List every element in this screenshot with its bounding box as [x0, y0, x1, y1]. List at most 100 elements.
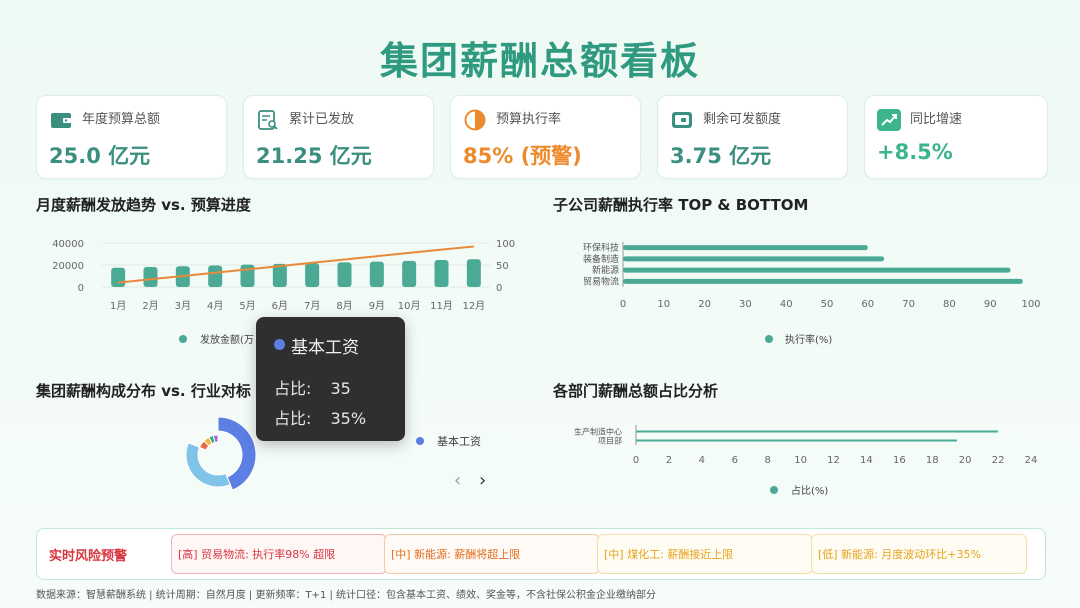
bar [623, 278, 1023, 284]
section-title-composition: 集团薪酬构成分布 vs. 行业对标 [36, 382, 251, 400]
x-tick-label: 6 [732, 455, 738, 466]
x-tick-label: 0 [620, 299, 626, 310]
x-tick-label: 12 [827, 455, 840, 466]
y-tick-label: 新能源 [592, 264, 619, 276]
risk-alert-bar: 实时风险预警 [高] 贸易物流: 执行率98% 超限 [中] 新能源: 薪酬将超… [36, 528, 1046, 580]
tooltip-row: 占比: 35 [274, 375, 351, 399]
x-tick-label: 60 [861, 299, 874, 310]
x-tick-label: 4 [699, 455, 705, 466]
y-tick-label: 20000 [52, 261, 84, 272]
kpi-card-execution-rate[interactable]: 预算执行率 85% (预警) [450, 95, 641, 179]
y-tick-label: 项目部 [598, 436, 622, 446]
department-share-chart[interactable]: 0 2 4 6 8 10 12 14 16 18 20 22 24项目部生产制造中心占比(%) [553, 415, 1048, 505]
tooltip-row-value: 35% [330, 409, 367, 428]
trend-up-icon [877, 109, 901, 131]
prev-arrow-icon[interactable]: ‹ [454, 470, 461, 491]
x-tick-label: 20 [959, 455, 972, 466]
bar [636, 430, 999, 433]
kpi-label: 剩余可发额度 [703, 112, 782, 127]
next-arrow-icon[interactable]: › [479, 470, 486, 491]
kpi-value: 21.25 亿元 [256, 144, 372, 168]
y-tick-label: 环保科技 [583, 242, 619, 254]
x-tick-label: 3月 [175, 300, 191, 312]
alert-item[interactable]: [中] 煤化工: 薪酬接近上限 [597, 534, 813, 574]
x-tick-label: 5月 [239, 300, 255, 312]
x-tick-label: 100 [1021, 299, 1040, 310]
legend-label: 发放金额(万 [200, 333, 254, 346]
x-tick-label: 8月 [336, 300, 352, 312]
bar [402, 260, 417, 287]
kpi-card-paid[interactable]: 累计已发放 21.25 亿元 [243, 95, 434, 179]
bar [623, 245, 868, 251]
x-tick-label: 16 [893, 455, 906, 466]
x-tick-label: 2 [666, 455, 672, 466]
tooltip-row: 占比: 35% [274, 405, 366, 429]
pie-slice [185, 442, 231, 488]
legend-label: 基本工资 [437, 434, 481, 448]
document-search-icon [256, 109, 280, 131]
y-tick-label: 0 [78, 283, 84, 294]
y-tick-label: 40000 [52, 239, 84, 250]
page-title: 集团薪酬总额看板 [379, 39, 700, 83]
x-tick-label: 8 [764, 455, 770, 466]
tooltip-row-label: 占比: [274, 409, 312, 428]
y-right-tick-label: 0 [496, 283, 502, 294]
alert-item[interactable]: [高] 贸易物流: 执行率98% 超限 [171, 534, 387, 574]
y-tick-label: 贸易物流 [583, 275, 619, 287]
bar [466, 259, 481, 287]
legend-label: 占比(%) [791, 484, 828, 497]
risk-alert-title: 实时风险预警 [49, 549, 128, 564]
kpi-card-yoy-growth[interactable]: 同比增速 +8.5% [864, 95, 1048, 179]
bar [623, 256, 885, 262]
wallet-icon [670, 109, 694, 131]
bar [208, 265, 223, 287]
kpi-label: 预算执行率 [496, 112, 562, 127]
legend-marker [416, 437, 424, 445]
x-tick-label: 10 [657, 299, 670, 310]
kpi-value: 25.0 亿元 [49, 144, 151, 168]
alert-item[interactable]: [低] 新能源: 月度波动环比+35% [811, 534, 1027, 574]
bar [337, 262, 352, 287]
bar [636, 439, 957, 442]
x-tick-label: 7月 [304, 300, 320, 312]
x-tick-label: 30 [739, 299, 752, 310]
tooltip-row-label: 占比: [274, 379, 312, 398]
kpi-card-remaining[interactable]: 剩余可发额度 3.75 亿元 [657, 95, 848, 179]
subsidiary-execution-chart[interactable]: 0 10 20 30 40 50 60 70 80 90 100 环保科技装备制造新能源贸易物流执行率… [553, 232, 1048, 350]
bar [111, 267, 126, 287]
tooltip-series-dot [274, 339, 285, 350]
section-title-department: 各部门薪酬总额占比分析 [553, 382, 719, 400]
y-right-tick-label: 50 [496, 261, 509, 272]
x-tick-label: 9月 [369, 300, 385, 312]
x-tick-label: 6月 [272, 300, 288, 312]
x-tick-label: 20 [698, 299, 711, 310]
bar [143, 266, 158, 287]
x-tick-label: 12月 [462, 300, 485, 312]
alert-item[interactable]: [中] 新能源: 薪酬将超上限 [384, 534, 600, 574]
kpi-value: +8.5% [877, 140, 953, 164]
y-tick-label: 生产制造中心 [574, 427, 622, 437]
y-tick-label: 装备制造 [583, 253, 619, 265]
x-tick-label: 40 [780, 299, 793, 310]
kpi-card-budget[interactable]: 年度预算总额 25.0 亿元 [36, 95, 227, 179]
x-tick-label: 24 [1025, 455, 1038, 466]
kpi-label: 同比增速 [910, 112, 963, 127]
legend-marker [770, 486, 778, 494]
bar [305, 263, 320, 287]
kpi-row: 年度预算总额 25.0 亿元 累计已发放 21.25 亿元 预算执行率 85% … [36, 95, 1048, 179]
x-tick-label: 90 [984, 299, 997, 310]
y-right-tick-label: 100 [496, 239, 515, 250]
bar [623, 267, 1011, 273]
x-tick-label: 80 [943, 299, 956, 310]
kpi-label: 累计已发放 [289, 112, 355, 127]
half-pie-icon [463, 109, 487, 131]
x-tick-label: 70 [902, 299, 915, 310]
tooltip-row-value: 35 [330, 379, 351, 398]
x-tick-label: 10月 [398, 300, 421, 312]
x-tick-label: 1月 [110, 300, 126, 312]
legend-marker [179, 335, 187, 343]
tooltip-title: 基本工资 [291, 338, 359, 358]
bar [434, 260, 449, 287]
x-tick-label: 0 [633, 455, 639, 466]
x-tick-label: 4月 [207, 300, 223, 312]
